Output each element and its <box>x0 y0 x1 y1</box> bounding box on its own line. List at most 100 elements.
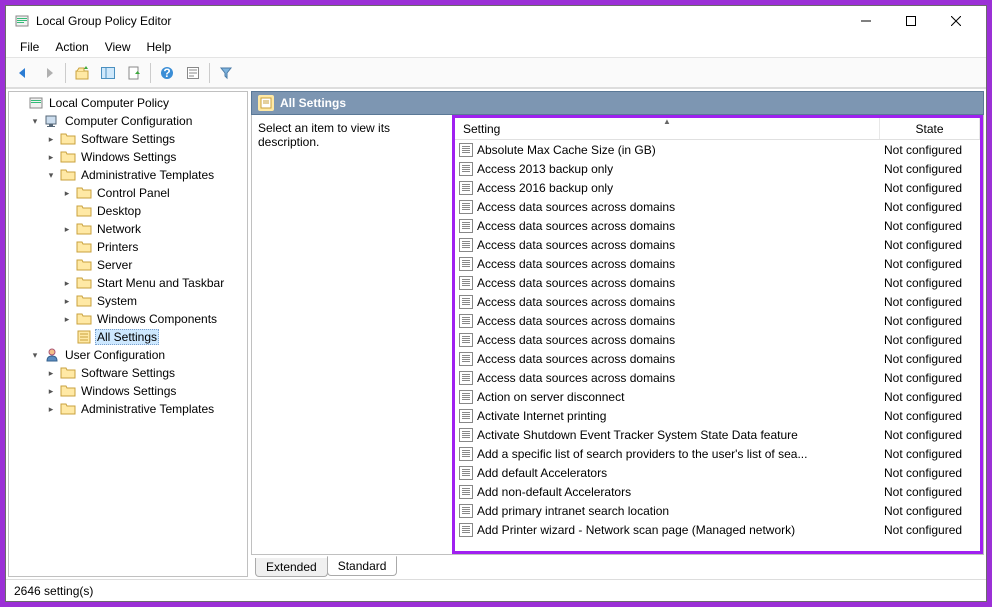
tree-windows-settings[interactable]: Windows Settings <box>9 148 247 166</box>
filter-button[interactable] <box>214 61 238 85</box>
list-item[interactable]: Add non-default AcceleratorsNot configur… <box>455 482 980 501</box>
setting-name: Access data sources across domains <box>477 276 675 290</box>
twist-icon[interactable] <box>29 350 41 361</box>
list-item[interactable]: Add primary intranet search locationNot … <box>455 501 980 520</box>
twist-icon[interactable] <box>29 116 41 127</box>
twist-icon[interactable] <box>61 314 73 325</box>
menu-help[interactable]: Help <box>139 38 180 56</box>
tree-windows-components[interactable]: Windows Components <box>9 310 247 328</box>
policy-icon <box>459 371 473 385</box>
tree-label: All Settings <box>95 329 159 345</box>
toolbar-separator <box>150 63 151 83</box>
tree-user-admin-templates[interactable]: Administrative Templates <box>9 400 247 418</box>
toolbar-separator <box>209 63 210 83</box>
close-button[interactable] <box>933 6 978 36</box>
list-item[interactable]: Access data sources across domainsNot co… <box>455 197 980 216</box>
twist-icon[interactable] <box>45 368 57 379</box>
tree-root[interactable]: Local Computer Policy <box>9 94 247 112</box>
export-list-button[interactable] <box>122 61 146 85</box>
list-item[interactable]: Access 2016 backup onlyNot configured <box>455 178 980 197</box>
setting-name: Add Printer wizard - Network scan page (… <box>477 523 795 537</box>
list-item[interactable]: Activate Shutdown Event Tracker System S… <box>455 425 980 444</box>
setting-name: Add a specific list of search providers … <box>477 447 807 461</box>
twist-icon[interactable] <box>45 134 57 145</box>
twist-icon[interactable] <box>61 296 73 307</box>
folder-icon <box>60 167 76 183</box>
list-item[interactable]: Access data sources across domainsNot co… <box>455 368 980 387</box>
list-item[interactable]: Access data sources across domainsNot co… <box>455 330 980 349</box>
settings-list: Setting ▲ State Absolute Max Cache Size … <box>452 115 983 554</box>
tree-user-configuration[interactable]: User Configuration <box>9 346 247 364</box>
policy-icon <box>459 428 473 442</box>
tree-control-panel[interactable]: Control Panel <box>9 184 247 202</box>
setting-state: Not configured <box>884 428 962 442</box>
list-rows[interactable]: Absolute Max Cache Size (in GB)Not confi… <box>455 140 980 551</box>
list-item[interactable]: Access 2013 backup onlyNot configured <box>455 159 980 178</box>
tree-label: Desktop <box>95 204 143 218</box>
list-item[interactable]: Access data sources across domainsNot co… <box>455 273 980 292</box>
tree-network[interactable]: Network <box>9 220 247 238</box>
policy-icon <box>459 466 473 480</box>
list-item[interactable]: Access data sources across domainsNot co… <box>455 254 980 273</box>
forward-button[interactable] <box>37 61 61 85</box>
tree-administrative-templates[interactable]: Administrative Templates <box>9 166 247 184</box>
tree-printers[interactable]: Printers <box>9 238 247 256</box>
list-item[interactable]: Absolute Max Cache Size (in GB)Not confi… <box>455 140 980 159</box>
tree-server[interactable]: Server <box>9 256 247 274</box>
twist-icon[interactable] <box>45 386 57 397</box>
help-button[interactable]: ? <box>155 61 179 85</box>
twist-icon[interactable] <box>45 152 57 163</box>
list-item[interactable]: Access data sources across domainsNot co… <box>455 311 980 330</box>
policy-icon <box>459 219 473 233</box>
minimize-button[interactable] <box>843 6 888 36</box>
menu-view[interactable]: View <box>97 38 139 56</box>
tree-all-settings[interactable]: All Settings <box>9 328 247 346</box>
tree-label: Start Menu and Taskbar <box>95 276 226 290</box>
column-header-setting[interactable]: Setting ▲ <box>455 118 880 139</box>
tab-standard[interactable]: Standard <box>327 556 398 576</box>
setting-name: Access data sources across domains <box>477 371 675 385</box>
policy-icon <box>459 333 473 347</box>
show-hide-tree-button[interactable] <box>96 61 120 85</box>
list-item[interactable]: Access data sources across domainsNot co… <box>455 349 980 368</box>
tree-user-windows-settings[interactable]: Windows Settings <box>9 382 247 400</box>
tree-software-settings[interactable]: Software Settings <box>9 130 247 148</box>
tree-computer-configuration[interactable]: Computer Configuration <box>9 112 247 130</box>
tree-label: Administrative Templates <box>79 168 216 182</box>
list-item[interactable]: Add Printer wizard - Network scan page (… <box>455 520 980 539</box>
folder-icon <box>28 95 44 111</box>
folder-icon <box>60 365 76 381</box>
menu-action[interactable]: Action <box>47 38 96 56</box>
tree-pane[interactable]: Local Computer PolicyComputer Configurat… <box>8 91 248 577</box>
tree-label: System <box>95 294 139 308</box>
twist-icon[interactable] <box>61 188 73 199</box>
folder-icon <box>60 149 76 165</box>
list-item[interactable]: Action on server disconnectNot configure… <box>455 387 980 406</box>
list-item[interactable]: Add default AcceleratorsNot configured <box>455 463 980 482</box>
policy-icon <box>459 504 473 518</box>
list-item[interactable]: Access data sources across domainsNot co… <box>455 235 980 254</box>
back-button[interactable] <box>11 61 35 85</box>
toolbar: ? <box>6 58 986 88</box>
list-item[interactable]: Access data sources across domainsNot co… <box>455 216 980 235</box>
tree-system[interactable]: System <box>9 292 247 310</box>
policy-icon <box>459 295 473 309</box>
policy-icon <box>459 276 473 290</box>
tab-extended[interactable]: Extended <box>255 558 328 577</box>
twist-icon[interactable] <box>61 224 73 235</box>
maximize-button[interactable] <box>888 6 933 36</box>
properties-button[interactable] <box>181 61 205 85</box>
column-header-state[interactable]: State <box>880 118 980 139</box>
list-item[interactable]: Add a specific list of search providers … <box>455 444 980 463</box>
twist-icon[interactable] <box>45 404 57 415</box>
up-button[interactable] <box>70 61 94 85</box>
tree-start-menu[interactable]: Start Menu and Taskbar <box>9 274 247 292</box>
twist-icon[interactable] <box>61 278 73 289</box>
list-item[interactable]: Access data sources across domainsNot co… <box>455 292 980 311</box>
menu-file[interactable]: File <box>12 38 47 56</box>
tree-user-software-settings[interactable]: Software Settings <box>9 364 247 382</box>
twist-icon[interactable] <box>45 170 57 181</box>
tree-desktop[interactable]: Desktop <box>9 202 247 220</box>
title-bar[interactable]: Local Group Policy Editor <box>6 6 986 36</box>
list-item[interactable]: Activate Internet printingNot configured <box>455 406 980 425</box>
